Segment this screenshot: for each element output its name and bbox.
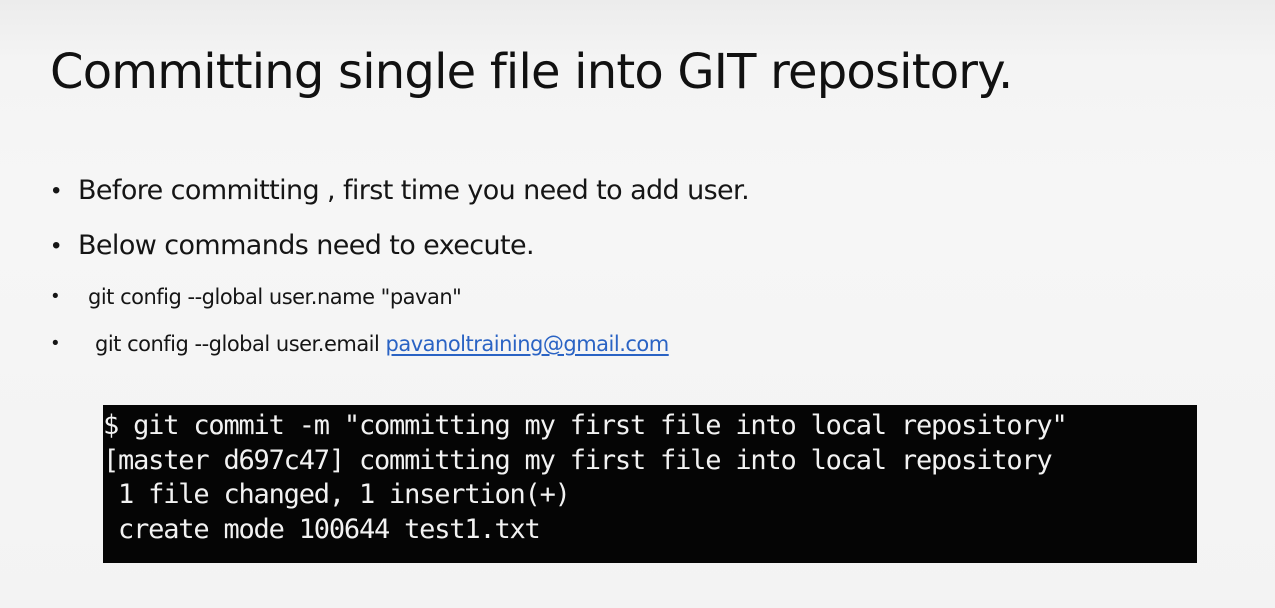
bullet-text-prefix: git config --global user.email [95, 332, 386, 356]
bullet-text: git config --global user.email pavanoltr… [95, 329, 669, 359]
bullet-dot-icon: • [52, 177, 60, 204]
email-link[interactable]: pavanoltraining@gmail.com [386, 332, 670, 356]
bullet-text: Before committing , first time you need … [78, 175, 750, 206]
bullet-text: git config --global user.name "pavan" [88, 285, 462, 309]
terminal-output: $ git commit -m "committing my first fil… [103, 405, 1197, 563]
terminal-line-command: $ git commit -m "committing my first fil… [103, 410, 1068, 441]
terminal-line-create-mode: create mode 100644 test1.txt [103, 513, 541, 545]
slide: Committing single file into GIT reposito… [0, 0, 1275, 608]
bullet-dot-icon: • [52, 232, 60, 259]
terminal-line-commit-result: [master d697c47] committing my first fil… [103, 444, 1053, 476]
slide-title: Committing single file into GIT reposito… [50, 44, 1013, 100]
bullet-dot-icon: • [52, 333, 59, 354]
bullet-dot-icon: • [52, 286, 59, 307]
terminal-line-changes: 1 file changed, 1 insertion(+) [103, 479, 571, 510]
bullet-text: Below commands need to execute. [78, 230, 535, 261]
